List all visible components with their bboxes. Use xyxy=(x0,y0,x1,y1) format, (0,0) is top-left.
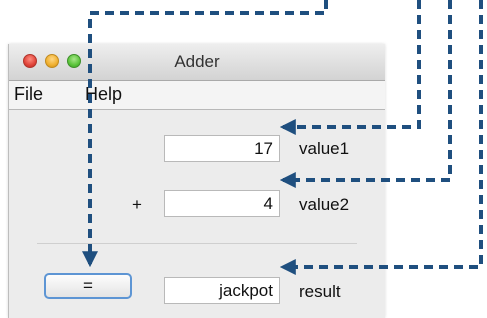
value2-field[interactable]: 4 xyxy=(164,190,280,217)
title-bar[interactable]: Adder xyxy=(9,44,385,81)
plus-operator: + xyxy=(132,195,142,214)
equals-button[interactable]: = xyxy=(44,273,132,299)
result-label: result xyxy=(299,282,341,301)
window-title: Adder xyxy=(174,52,220,71)
value1-label: value1 xyxy=(299,139,350,158)
menu-bar: File Help xyxy=(9,81,385,110)
value2-label: value2 xyxy=(299,195,350,214)
result-field[interactable]: jackpot xyxy=(164,277,280,304)
menu-help[interactable]: Help xyxy=(85,84,122,105)
menu-file[interactable]: File xyxy=(14,84,43,105)
separator xyxy=(37,243,357,244)
value1-field[interactable]: 17 xyxy=(164,135,280,162)
adder-window: Adder File Help 17 value1 + 4 value2 = j… xyxy=(8,44,385,318)
stage: Adder File Help 17 value1 + 4 value2 = j… xyxy=(0,0,487,318)
